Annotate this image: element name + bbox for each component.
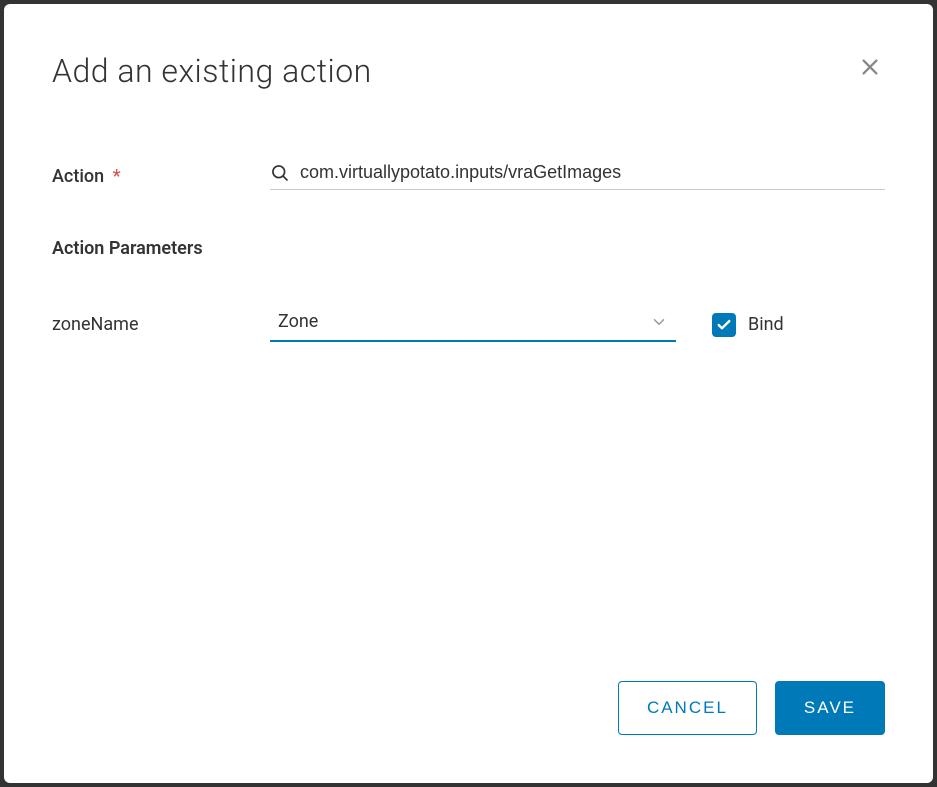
cancel-button[interactable]: Cancel	[618, 681, 757, 735]
close-button[interactable]	[855, 52, 885, 82]
action-label: Action *	[52, 166, 270, 187]
action-label-text: Action	[52, 166, 104, 187]
parameters-heading: Action Parameters	[52, 238, 885, 259]
add-action-modal: Add an existing action Action * Action P…	[4, 4, 933, 783]
action-search-wrap[interactable]	[270, 162, 885, 190]
modal-header: Add an existing action	[52, 52, 885, 90]
required-marker: *	[113, 166, 121, 187]
modal-footer: Cancel Save	[52, 681, 885, 735]
close-icon	[859, 56, 881, 78]
param-row-zonename: zoneName Zone Bind	[52, 307, 885, 342]
action-input[interactable]	[300, 162, 885, 183]
modal-title: Add an existing action	[52, 52, 372, 90]
zonename-select[interactable]: Zone	[270, 307, 676, 342]
zonename-select-value: Zone	[278, 311, 318, 332]
bind-label: Bind	[748, 314, 784, 335]
bind-checkbox[interactable]	[712, 313, 736, 337]
check-icon	[716, 317, 732, 333]
chevron-down-icon	[650, 313, 668, 331]
search-icon	[270, 163, 290, 183]
save-button[interactable]: Save	[775, 681, 885, 735]
bind-wrap: Bind	[712, 313, 784, 337]
action-row: Action *	[52, 162, 885, 190]
param-zonename-label: zoneName	[52, 314, 270, 335]
